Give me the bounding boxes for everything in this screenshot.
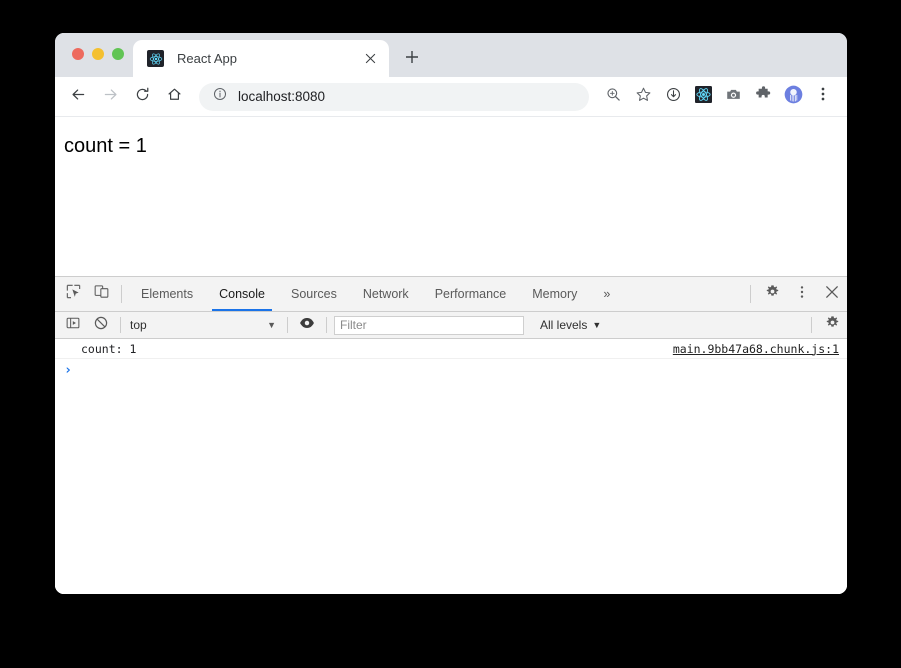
back-button[interactable] [63,82,93,112]
bookmark-star-icon [635,86,652,108]
devtools-tab-label: Memory [532,287,578,301]
devtools-tabbar-divider [121,285,122,303]
devtools-settings-gear-icon [765,284,780,304]
zoom-icon [605,86,622,108]
console-context-label: top [130,318,147,332]
devtools-tab-label: Elements [141,287,194,301]
devtools-menu-button[interactable] [787,277,817,311]
devtools-tab-console[interactable]: Console [206,277,278,311]
console-filter-input[interactable] [334,315,524,335]
reload-icon [134,86,151,108]
devtools-tab-label: Network [362,287,409,301]
devtools-close-button[interactable] [817,277,847,311]
clear-console-button[interactable] [87,313,115,337]
react-devtools-icon [694,85,712,108]
devtools-tab-sources[interactable]: Sources [278,277,350,311]
plus-icon [405,50,419,69]
console-prompt-row[interactable]: › [55,359,847,380]
console-level-label: All levels [540,318,588,332]
live-expression-button[interactable] [293,313,321,337]
page-viewport: count = 1 [55,117,847,276]
screenshot-camera-icon [725,86,742,108]
devtools-tab-network[interactable]: Network [350,277,422,311]
console-toolbar: top ▼ All levels ▼ [55,312,847,339]
device-toolbar-button[interactable] [87,277,115,311]
window-minimize-button[interactable] [92,48,104,60]
browser-toolbar: localhost:8080 [55,77,847,117]
devtools-tab-label: Console [219,287,265,301]
devtools-tab-performance[interactable]: Performance [422,277,520,311]
extensions-puzzle-icon [755,85,772,108]
console-level-selector[interactable]: All levels ▼ [532,318,609,332]
console-source-link[interactable]: main.9bb47a68.chunk.js:1 [663,342,839,356]
console-message-list[interactable]: count: 1 main.9bb47a68.chunk.js:1 › [55,339,847,594]
react-devtools-button[interactable] [689,83,717,111]
console-settings-button[interactable] [817,313,847,337]
console-settings-gear-icon [825,315,840,335]
close-icon[interactable] [361,50,379,68]
devtools-tabbar: Elements Console Sources Network Perform… [55,277,847,312]
new-tab-button[interactable] [399,46,425,72]
address-bar[interactable]: localhost:8080 [199,82,589,111]
profile-avatar-icon [784,85,803,109]
devtools-tab-label: Performance [434,287,507,301]
browser-tab-title: React App [177,51,237,66]
devtools-panel: Elements Console Sources Network Perform… [55,276,847,594]
bookmark-button[interactable] [629,83,657,111]
window-close-button[interactable] [72,48,84,60]
window-traffic-lights [72,48,124,60]
back-arrow-icon [70,86,87,108]
screenshot-button[interactable] [719,83,747,111]
console-log-row[interactable]: count: 1 main.9bb47a68.chunk.js:1 [55,339,847,359]
console-toolbar-divider-1 [120,317,121,333]
devtools-tab-elements[interactable]: Elements [128,277,206,311]
console-context-selector[interactable]: top ▼ [126,318,282,332]
chrome-menu-button[interactable] [809,83,837,111]
console-log-message: count: 1 [81,341,137,356]
page-count-text: count = 1 [64,135,147,157]
chevron-double-right-icon: » [603,287,611,301]
zoom-button[interactable] [599,83,627,111]
devtools-more-tabs-button[interactable]: » [590,277,623,311]
console-toolbar-divider-4 [811,317,812,333]
chevron-down-icon: ▼ [267,320,276,330]
chrome-menu-kebab-icon [815,86,831,107]
console-toolbar-divider-3 [326,317,327,333]
console-prompt-caret-icon: › [64,363,72,378]
devtools-tabbar-spacer [623,277,744,311]
console-sidebar-toggle-button[interactable] [59,313,87,337]
device-toolbar-icon [94,284,109,304]
chevron-down-icon: ▼ [592,320,602,330]
browser-window: React App localhost:8080 count = 1 Eleme… [55,33,847,594]
browser-tab-strip: React App [55,33,847,77]
devtools-close-icon [825,285,839,304]
address-bar-url: localhost:8080 [238,89,326,104]
devtools-settings-button[interactable] [757,277,787,311]
console-sidebar-toggle-icon [66,316,80,335]
inspect-element-icon [66,284,81,304]
downloads-button[interactable] [659,83,687,111]
info-circle-icon[interactable] [213,87,227,106]
console-toolbar-divider-2 [287,317,288,333]
devtools-tab-memory[interactable]: Memory [519,277,590,311]
home-icon [166,86,183,108]
devtools-tab-label: Sources [290,287,337,301]
live-expression-eye-icon [299,315,315,336]
devtools-right-divider [750,285,751,303]
react-logo-icon [147,50,164,67]
profile-avatar-button[interactable] [779,83,807,111]
home-button[interactable] [159,82,189,112]
forward-arrow-icon [102,86,119,108]
extensions-button[interactable] [749,83,777,111]
inspect-element-button[interactable] [59,277,87,311]
clear-console-icon [94,316,108,335]
window-maximize-button[interactable] [112,48,124,60]
downloads-icon [665,86,682,108]
devtools-menu-kebab-icon [795,285,809,304]
forward-button[interactable] [95,82,125,112]
browser-tab-react-app[interactable]: React App [133,40,389,77]
reload-button[interactable] [127,82,157,112]
